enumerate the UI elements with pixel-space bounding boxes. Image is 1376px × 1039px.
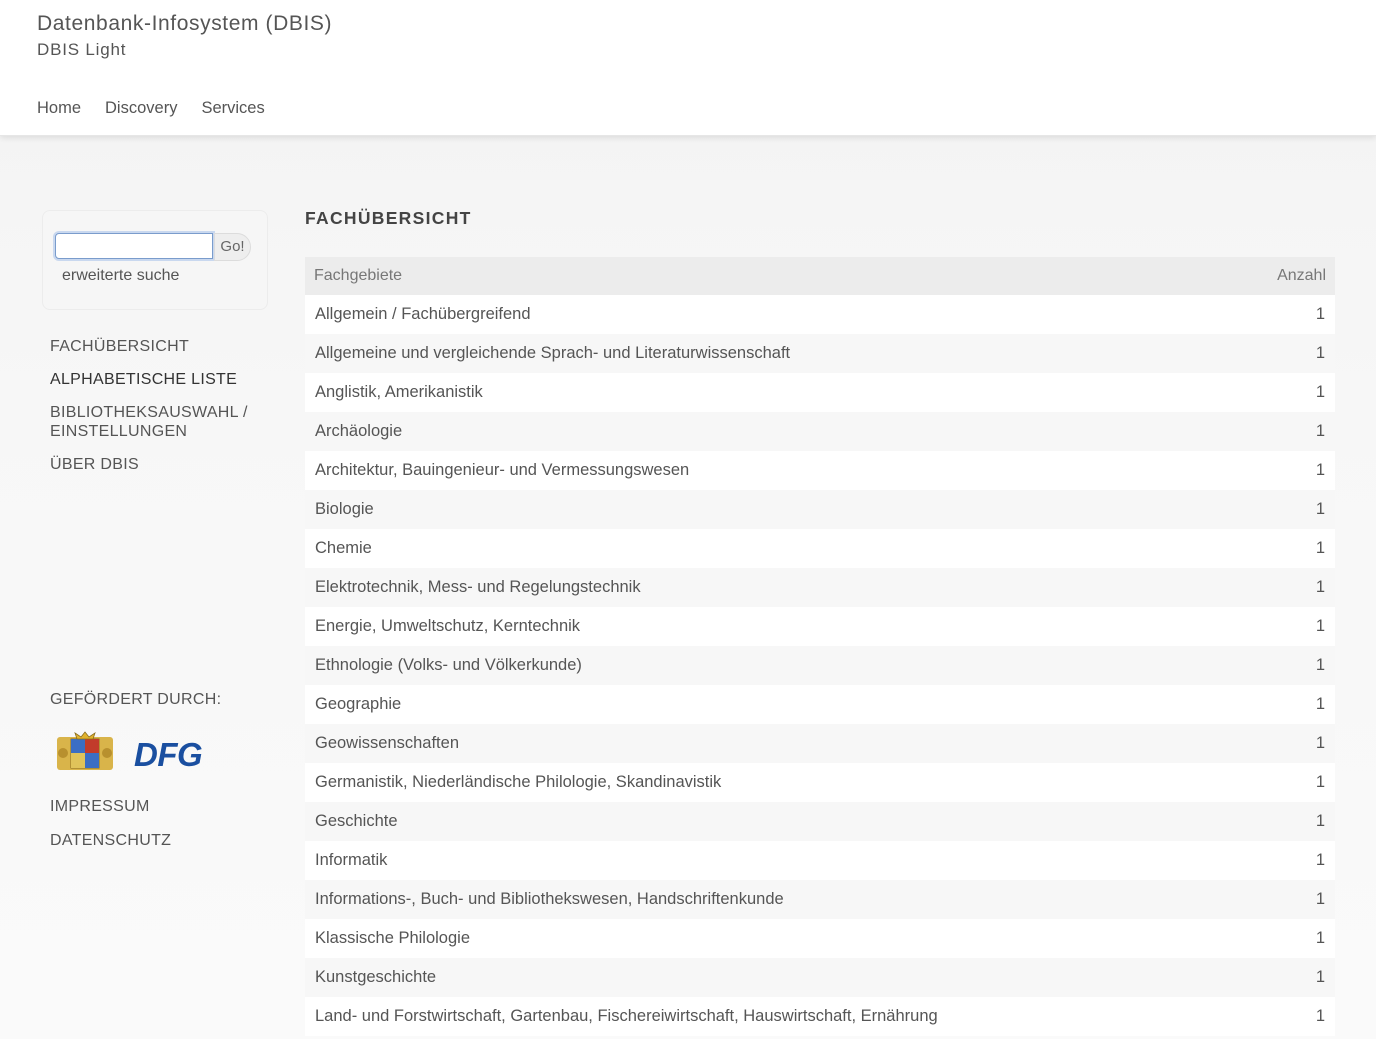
subject-count: 1 xyxy=(1315,929,1325,947)
search-input[interactable] xyxy=(55,233,213,259)
subject-link[interactable]: Ethnologie (Volks- und Völkerkunde) xyxy=(315,656,582,675)
subject-count: 1 xyxy=(1315,617,1325,635)
subject-link[interactable]: Kunstgeschichte xyxy=(315,968,436,987)
table-row[interactable]: Geschichte 1 xyxy=(305,802,1335,841)
table-row[interactable]: Informations-, Buch- und Bibliothekswese… xyxy=(305,880,1335,919)
table-body: Allgemein / Fachübergreifend 1 Allgemeine … xyxy=(305,295,1335,1036)
subject-link[interactable]: Geowissenschaften xyxy=(315,734,459,753)
subject-table: Fachgebiete Anzahl Allgemein / Fachüberg… xyxy=(305,257,1335,1036)
sidebar-item-bibliotheksauswahl[interactable]: BIBLIOTHEKSAUSWAHL / EINSTELLUNGEN xyxy=(50,403,270,441)
site-header: Datenbank-Infosystem (DBIS) DBIS Light H… xyxy=(0,0,1376,136)
sidebar-nav: FACHÜBERSICHT ALPHABETISCHE LISTE BIBLIO… xyxy=(50,337,270,488)
table-row[interactable]: Geowissenschaften 1 xyxy=(305,724,1335,763)
search-go-button[interactable]: Go! xyxy=(214,233,251,261)
table-row[interactable]: Allgemein / Fachübergreifend 1 xyxy=(305,295,1335,334)
subject-count: 1 xyxy=(1315,773,1325,791)
table-row[interactable]: Architektur, Bauingenieur- und Vermessun… xyxy=(305,451,1335,490)
datenschutz-link[interactable]: DATENSCHUTZ xyxy=(50,831,171,850)
column-header-subject: Fachgebiete xyxy=(314,267,403,284)
subject-count: 1 xyxy=(1315,305,1325,323)
subject-count: 1 xyxy=(1315,812,1325,830)
subject-link[interactable]: Biologie xyxy=(315,500,374,519)
subject-link[interactable]: Anglistik, Amerikanistik xyxy=(315,383,483,402)
subject-count: 1 xyxy=(1315,695,1325,713)
subject-count: 1 xyxy=(1315,734,1325,752)
search-panel: Go! erweiterte suche xyxy=(42,210,268,310)
subject-count: 1 xyxy=(1315,539,1325,557)
table-row[interactable]: Elektrotechnik, Mess- und Regelungstechn… xyxy=(305,568,1335,607)
subject-link[interactable]: Energie, Umweltschutz, Kerntechnik xyxy=(315,617,580,636)
nav-home[interactable]: Home xyxy=(37,99,81,118)
top-nav: Home Discovery Services xyxy=(37,99,265,118)
column-header-count: Anzahl xyxy=(1277,267,1326,284)
table-row[interactable]: Kunstgeschichte 1 xyxy=(305,958,1335,997)
table-row[interactable]: Allgemeine und vergleichende Sprach- und… xyxy=(305,334,1335,373)
subject-link[interactable]: Architektur, Bauingenieur- und Vermessun… xyxy=(315,461,689,480)
subject-link[interactable]: Informatik xyxy=(315,851,387,870)
subject-link[interactable]: Germanistik, Niederländische Philologie,… xyxy=(315,773,721,792)
subject-count: 1 xyxy=(1315,1007,1325,1025)
subject-count: 1 xyxy=(1315,383,1325,401)
sidebar-item-ueber-dbis[interactable]: ÜBER DBIS xyxy=(50,455,270,474)
table-row[interactable]: Biologie 1 xyxy=(305,490,1335,529)
table-header: Fachgebiete Anzahl xyxy=(305,257,1335,295)
subject-count: 1 xyxy=(1315,461,1325,479)
subject-link[interactable]: Land- und Forstwirtschaft, Gartenbau, Fi… xyxy=(315,1007,938,1026)
advanced-search-link[interactable]: erweiterte suche xyxy=(62,267,179,285)
subject-count: 1 xyxy=(1315,422,1325,440)
page-title: FACHÜBERSICHT xyxy=(305,208,472,228)
site-title[interactable]: Datenbank-Infosystem (DBIS) xyxy=(37,12,332,36)
subject-count: 1 xyxy=(1315,656,1325,674)
dfg-logo[interactable]: DFG xyxy=(134,736,203,774)
subject-count: 1 xyxy=(1315,344,1325,362)
subject-count: 1 xyxy=(1315,500,1325,518)
subject-link[interactable]: Allgemein / Fachübergreifend xyxy=(315,305,531,324)
subject-link[interactable]: Klassische Philologie xyxy=(315,929,470,948)
subject-link[interactable]: Archäologie xyxy=(315,422,402,441)
subject-link[interactable]: Geschichte xyxy=(315,812,398,831)
impressum-link[interactable]: IMPRESSUM xyxy=(50,797,171,816)
bavaria-coat-of-arms-logo[interactable] xyxy=(57,731,113,770)
subject-link[interactable]: Chemie xyxy=(315,539,372,558)
subject-link[interactable]: Geographie xyxy=(315,695,401,714)
subject-link[interactable]: Elektrotechnik, Mess- und Regelungstechn… xyxy=(315,578,641,597)
table-row[interactable]: Geographie 1 xyxy=(305,685,1335,724)
footer-links: IMPRESSUM DATENSCHUTZ xyxy=(50,797,171,865)
subject-count: 1 xyxy=(1315,851,1325,869)
nav-services[interactable]: Services xyxy=(201,99,264,118)
nav-discovery[interactable]: Discovery xyxy=(105,99,177,118)
subject-count: 1 xyxy=(1315,578,1325,596)
table-row[interactable]: Germanistik, Niederländische Philologie,… xyxy=(305,763,1335,802)
subject-link[interactable]: Allgemeine und vergleichende Sprach- und… xyxy=(315,344,790,363)
sidebar-item-alphabetische-liste[interactable]: ALPHABETISCHE LISTE xyxy=(50,370,270,389)
table-row[interactable]: Energie, Umweltschutz, Kerntechnik 1 xyxy=(305,607,1335,646)
subject-link[interactable]: Informations-, Buch- und Bibliothekswese… xyxy=(315,890,784,909)
table-row[interactable]: Land- und Forstwirtschaft, Gartenbau, Fi… xyxy=(305,997,1335,1036)
table-row[interactable]: Chemie 1 xyxy=(305,529,1335,568)
funded-by-label: GEFÖRDERT DURCH: xyxy=(50,691,222,708)
sidebar-item-fachuebersicht[interactable]: FACHÜBERSICHT xyxy=(50,337,270,356)
table-row[interactable]: Anglistik, Amerikanistik 1 xyxy=(305,373,1335,412)
table-row[interactable]: Archäologie 1 xyxy=(305,412,1335,451)
subject-count: 1 xyxy=(1315,890,1325,908)
table-row[interactable]: Ethnologie (Volks- und Völkerkunde) 1 xyxy=(305,646,1335,685)
table-row[interactable]: Klassische Philologie 1 xyxy=(305,919,1335,958)
site-subtitle: DBIS Light xyxy=(37,40,127,59)
table-row[interactable]: Informatik 1 xyxy=(305,841,1335,880)
subject-count: 1 xyxy=(1315,968,1325,986)
